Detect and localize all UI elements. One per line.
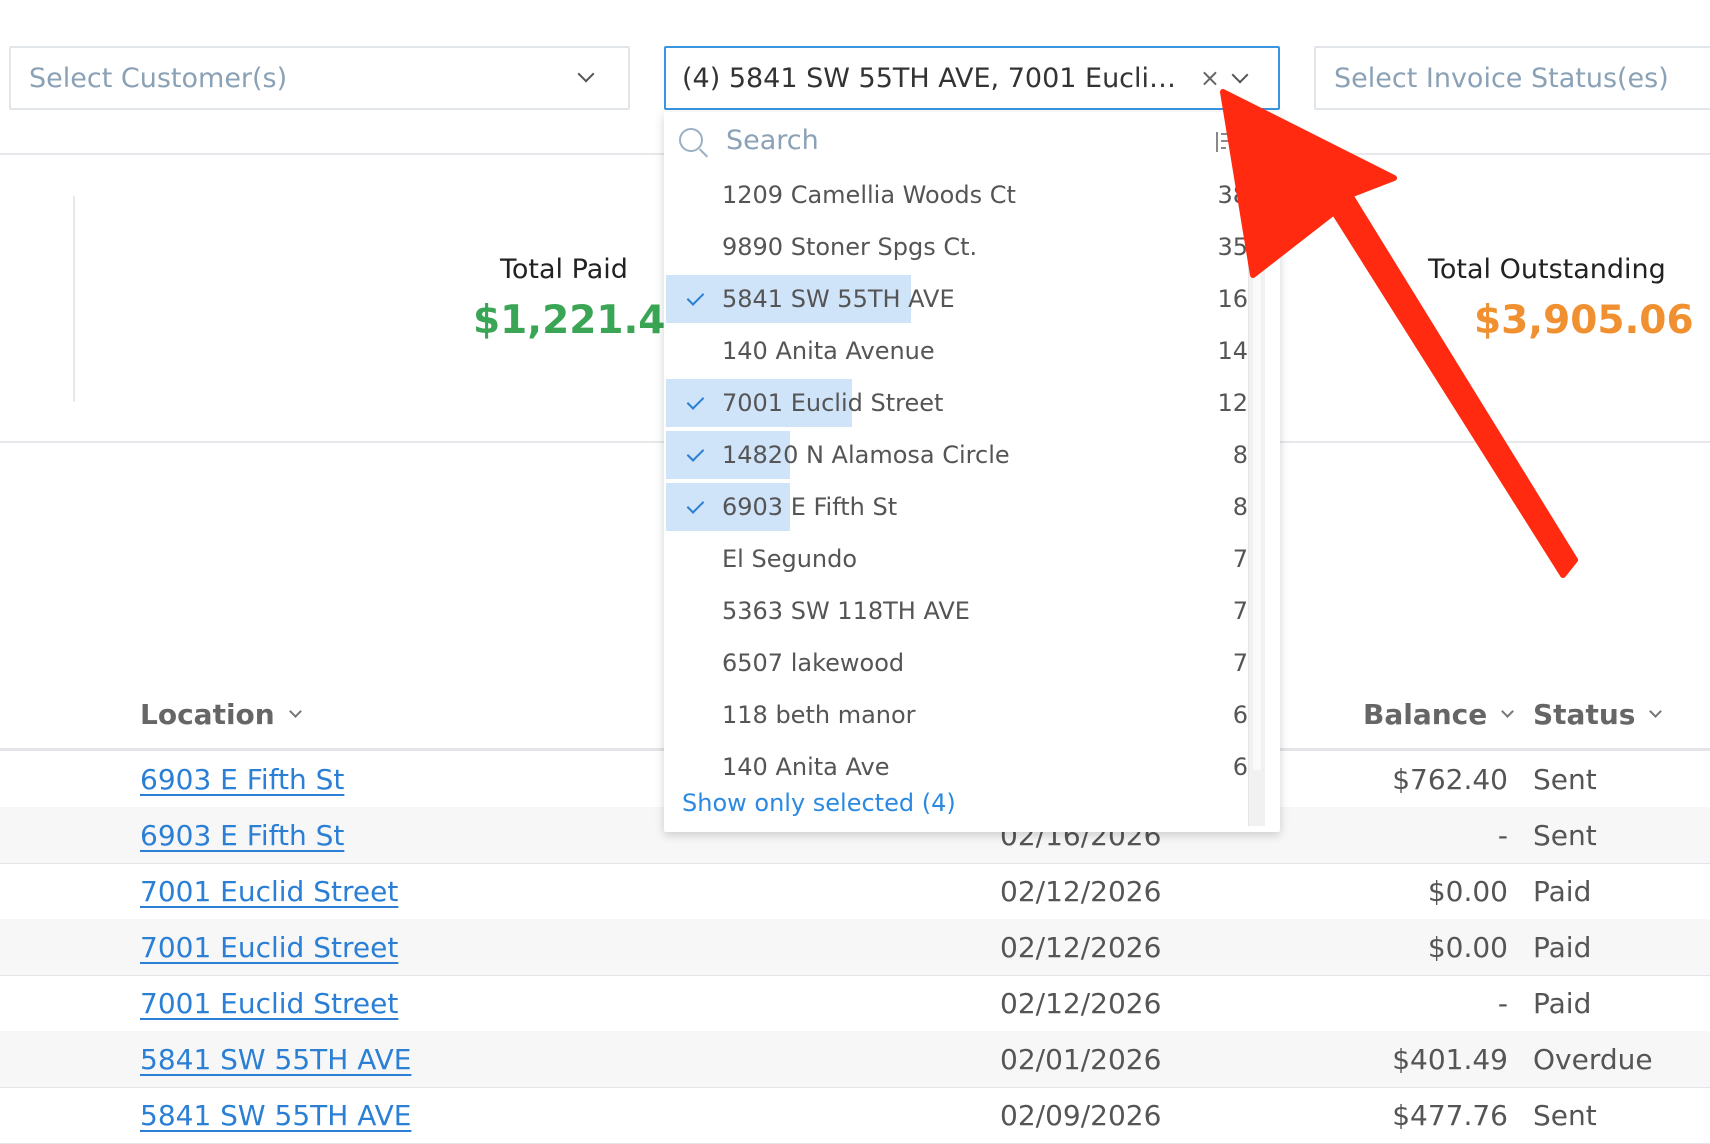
column-header-label: Status: [1533, 698, 1636, 731]
dropdown-option[interactable]: 118 beth manor 6: [664, 690, 1248, 742]
dropdown-option-label: 6507 lakewood: [722, 649, 905, 677]
dropdown-option-count: 7: [1232, 545, 1248, 573]
search-input[interactable]: Search: [726, 125, 819, 156]
dropdown-option-label: 118 beth manor: [722, 701, 916, 729]
dropdown-option-label: 1209 Camellia Woods Ct: [722, 181, 1016, 209]
balance-cell: $477.76: [1392, 1099, 1508, 1132]
customer-filter-placeholder: Select Customer(s): [29, 62, 288, 94]
dropdown-options-list: 1209 Camellia Woods Ct 38 9890 Stoner Spgs…: [664, 168, 1248, 826]
dropdown-option[interactable]: 7001 Euclid Street 12: [664, 378, 1248, 430]
date-cell: 02/12/2026: [1000, 875, 1162, 908]
dropdown-scrollbar[interactable]: [1248, 168, 1265, 826]
scrollbar-thumb[interactable]: [1253, 170, 1261, 770]
date-cell: 02/12/2026: [1000, 987, 1162, 1020]
total-outstanding-label: Total Outstanding: [1428, 254, 1666, 285]
dropdown-option-label: 140 Anita Ave: [722, 753, 890, 781]
table-row: 5841 SW 55TH AVE 02/01/2026 $401.49 Over…: [0, 1031, 1710, 1088]
dropdown-option-count: 38: [1217, 181, 1248, 209]
show-only-selected-link[interactable]: Show only selected (4): [682, 789, 956, 817]
total-outstanding-value: $3,905.06: [1474, 298, 1694, 343]
location-link[interactable]: 7001 Euclid Street: [140, 875, 398, 908]
balance-cell: -: [1497, 987, 1508, 1020]
dropdown-option-count: 14: [1217, 337, 1248, 365]
location-link[interactable]: 5841 SW 55TH AVE: [140, 1043, 411, 1076]
dropdown-option-count: 16: [1217, 285, 1248, 313]
balance-cell: $401.49: [1392, 1043, 1508, 1076]
status-cell: Sent: [1533, 1099, 1597, 1132]
date-cell: 02/12/2026: [1000, 931, 1162, 964]
dropdown-option-count: 7: [1232, 597, 1248, 625]
column-header-status[interactable]: Status: [1533, 698, 1663, 731]
chevron-down-icon[interactable]: [288, 705, 302, 718]
dropdown-option-label: 6903 E Fifth St: [722, 493, 898, 521]
close-icon[interactable]: ×: [1200, 66, 1220, 90]
date-cell: 02/09/2026: [1000, 1099, 1162, 1132]
balance-cell: $0.00: [1427, 875, 1508, 908]
location-link[interactable]: 5841 SW 55TH AVE: [140, 1099, 411, 1132]
dropdown-option-label: 5363 SW 118TH AVE: [722, 597, 970, 625]
dropdown-option[interactable]: 14820 N Alamosa Circle 8: [664, 430, 1248, 482]
column-header-balance[interactable]: Balance: [1363, 698, 1515, 731]
table-row: 7001 Euclid Street 02/12/2026 $0.00 Paid: [0, 863, 1710, 920]
chevron-down-icon[interactable]: [1649, 705, 1663, 718]
table-row: 7001 Euclid Street 02/12/2026 $0.00 Paid: [0, 919, 1710, 976]
status-cell: Paid: [1533, 875, 1592, 908]
invoice-status-filter-select[interactable]: Select Invoice Status(es): [1314, 46, 1710, 110]
search-icon: [679, 128, 703, 152]
dropdown-option-label: El Segundo: [722, 545, 858, 573]
dropdown-option[interactable]: El Segundo 7: [664, 534, 1248, 586]
dropdown-option-label: 7001 Euclid Street: [722, 389, 944, 417]
chevron-down-icon[interactable]: [577, 65, 595, 83]
balance-cell: $762.40: [1392, 763, 1508, 796]
dropdown-option[interactable]: 140 Anita Ave 6: [664, 742, 1248, 794]
location-link[interactable]: 7001 Euclid Street: [140, 987, 398, 1020]
dropdown-option-count: 6: [1232, 701, 1248, 729]
dropdown-option-label: 140 Anita Avenue: [722, 337, 935, 365]
dropdown-option-count: 8: [1232, 493, 1248, 521]
column-header-label: Location: [140, 698, 275, 731]
table-row: 7001 Euclid Street 02/12/2026 - Paid: [0, 975, 1710, 1032]
dropdown-option-count: 8: [1232, 441, 1248, 469]
column-header-label: Balance: [1363, 698, 1488, 731]
dropdown-option[interactable]: 9890 Stoner Spgs Ct. 35: [664, 222, 1248, 274]
location-filter-select[interactable]: (4) 5841 SW 55TH AVE, 7001 Euclid Str...…: [664, 46, 1280, 110]
total-paid-value: $1,221.48: [473, 298, 693, 343]
location-link[interactable]: 6903 E Fifth St: [140, 819, 344, 852]
location-link[interactable]: 6903 E Fifth St: [140, 763, 344, 796]
location-link[interactable]: 7001 Euclid Street: [140, 931, 398, 964]
column-header-location[interactable]: Location: [140, 698, 302, 731]
dropdown-option-count: 7: [1232, 649, 1248, 677]
dropdown-option[interactable]: 6903 E Fifth St 8: [664, 482, 1248, 534]
status-cell: Sent: [1533, 763, 1597, 796]
status-cell: Overdue: [1533, 1043, 1653, 1076]
balance-cell: $0.00: [1427, 931, 1508, 964]
dropdown-option[interactable]: 140 Anita Avenue 14: [664, 326, 1248, 378]
dropdown-search-box[interactable]: Search: [664, 112, 1280, 168]
status-cell: Paid: [1533, 931, 1592, 964]
dropdown-option-label: 14820 N Alamosa Circle: [722, 441, 1010, 469]
balance-cell: -: [1497, 819, 1508, 852]
dropdown-option[interactable]: 5363 SW 118TH AVE 7: [664, 586, 1248, 638]
invoice-status-placeholder: Select Invoice Status(es): [1334, 62, 1669, 94]
dropdown-option-count: 12: [1217, 389, 1248, 417]
dropdown-option[interactable]: 6507 lakewood 7: [664, 638, 1248, 690]
location-dropdown-panel: Search 1209 Camellia Woods Ct 38 9890 Ston…: [664, 112, 1280, 832]
dropdown-option-label: 5841 SW 55TH AVE: [722, 285, 955, 313]
dropdown-option-count: 6: [1232, 753, 1248, 781]
status-cell: Sent: [1533, 819, 1597, 852]
dropdown-option[interactable]: 5841 SW 55TH AVE 16: [664, 274, 1248, 326]
dropdown-option[interactable]: 1209 Camellia Woods Ct 38: [664, 170, 1248, 222]
date-cell: 02/01/2026: [1000, 1043, 1162, 1076]
customer-filter-select[interactable]: Select Customer(s): [9, 46, 630, 110]
sort-icon[interactable]: [1216, 132, 1232, 152]
total-paid-label: Total Paid: [500, 254, 628, 285]
table-row: 5841 SW 55TH AVE 02/09/2026 $477.76 Sent: [0, 1087, 1710, 1144]
chevron-down-icon[interactable]: [1501, 705, 1515, 718]
location-filter-value: (4) 5841 SW 55TH AVE, 7001 Euclid Str...: [682, 62, 1192, 94]
status-cell: Paid: [1533, 987, 1592, 1020]
dropdown-option-count: 35: [1217, 233, 1248, 261]
dropdown-option-label: 9890 Stoner Spgs Ct.: [722, 233, 978, 261]
divider: [73, 196, 75, 402]
chevron-down-icon[interactable]: [1231, 66, 1249, 84]
